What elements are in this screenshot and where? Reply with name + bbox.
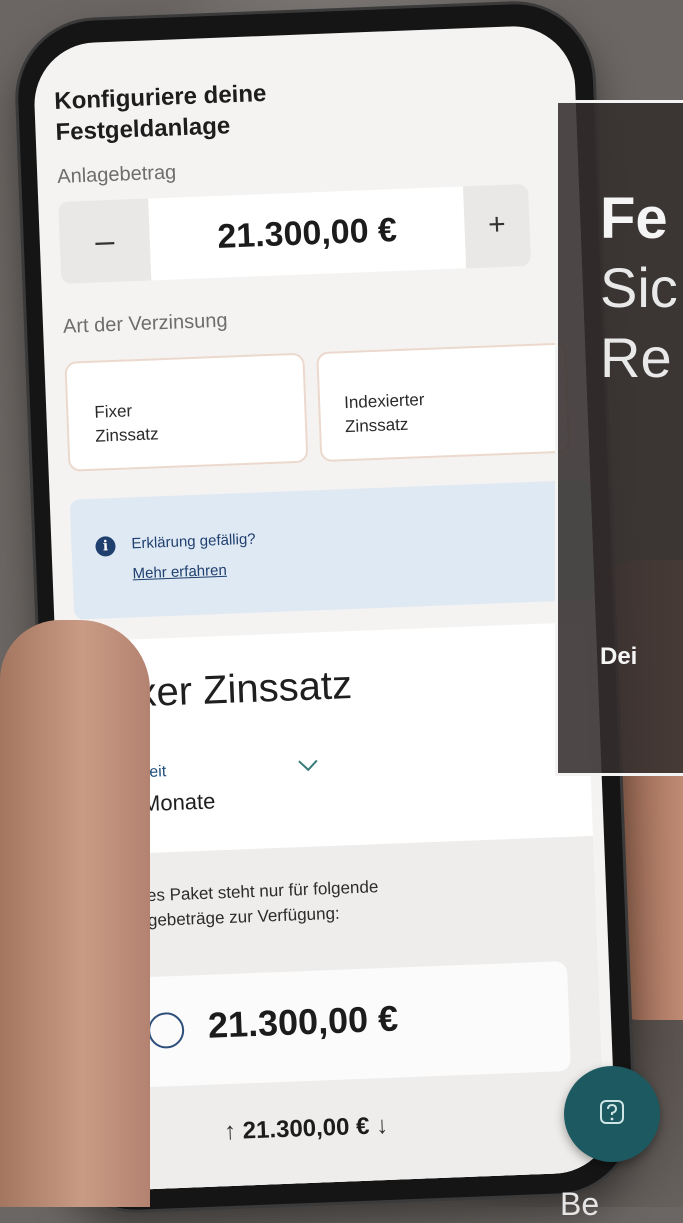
amount-label: Anlagebetrag [56, 161, 177, 188]
help-button[interactable] [564, 1066, 660, 1162]
banner-line-3: Re [600, 326, 672, 389]
banner-headline: Fe [600, 186, 668, 251]
learn-more-link[interactable]: Mehr erfahren [132, 562, 227, 583]
amount-sort-row[interactable]: ↑ 21.300,00 € ↓ [224, 1112, 389, 1146]
banner-cta-text: Dei [600, 643, 638, 670]
question-mark-icon [600, 1100, 624, 1124]
sort-amount: 21.300,00 € [242, 1112, 370, 1145]
interest-type-label: Art der Verzinsung [62, 309, 228, 338]
left-hand [0, 620, 150, 1207]
page-title: Konfiguriere deine Festgeldanlage [53, 79, 267, 147]
amount-input[interactable]: 21.300,00 € [148, 186, 467, 281]
chevron-down-icon[interactable] [296, 756, 321, 775]
info-question: Erklärung gefällig? [131, 530, 256, 553]
info-icon: i [95, 536, 116, 557]
bottom-cut-text: Be [560, 1186, 600, 1222]
promo-banner: Fe Sic Re Dei [555, 100, 683, 776]
package-amount: 21.300,00 € [207, 997, 399, 1046]
banner-line-2: Sic [600, 256, 678, 319]
fixed-rate-card: Fixer Zinssatz Laufzeit 24 Monate Dieses… [75, 622, 607, 1192]
option-fixed-rate[interactable]: Fixer Zinssatz [64, 352, 309, 472]
decrease-button[interactable]: – [58, 199, 151, 284]
arrow-down-icon[interactable]: ↓ [376, 1112, 389, 1139]
info-box: i Erklärung gefällig? Mehr erfahren [69, 479, 595, 620]
package-option[interactable]: 21.300,00 € [112, 960, 571, 1089]
package-notice: Dieses Paket steht nur für folgende Anla… [83, 835, 607, 1192]
radio-button[interactable] [147, 1011, 185, 1050]
option-indexed-rate[interactable]: Indexierter Zinssatz [316, 342, 571, 463]
amount-stepper[interactable]: – 21.300,00 € + [58, 183, 532, 284]
arrow-up-icon[interactable]: ↑ [224, 1118, 237, 1145]
increase-button[interactable]: + [463, 184, 531, 268]
notice-text: Dieses Paket steht nur für folgende Anla… [112, 877, 379, 932]
